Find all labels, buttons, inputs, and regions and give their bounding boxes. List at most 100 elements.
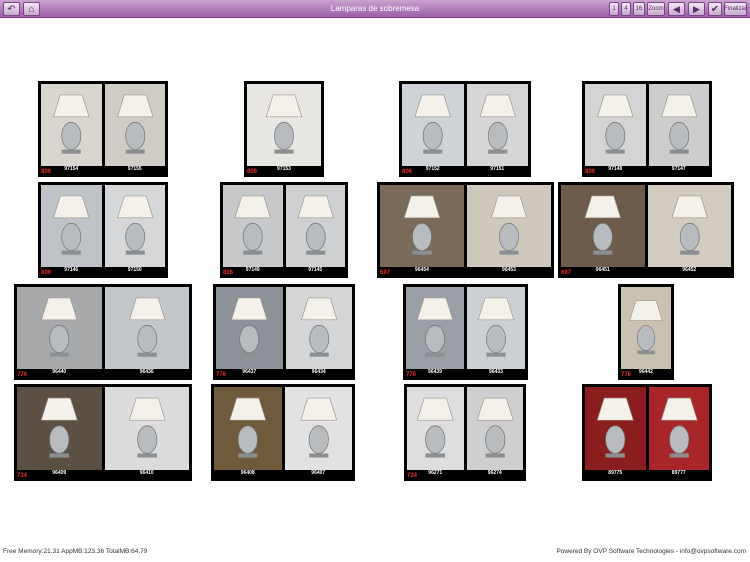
zoom-label: Zoom xyxy=(648,6,664,12)
product-code: 96453 xyxy=(502,267,516,273)
lamp-photo xyxy=(380,185,464,267)
lamp-photo xyxy=(104,387,189,470)
lamp-photo xyxy=(585,387,646,470)
product-thumbnail[interactable]: 97154 97155 806 xyxy=(38,81,168,177)
catalog-page-tag: 776 xyxy=(406,372,417,378)
lamp-photo xyxy=(407,387,464,470)
home-button[interactable]: ⌂ xyxy=(23,2,40,16)
product-code: 89775 xyxy=(608,470,623,476)
home-icon: ⌂ xyxy=(28,3,35,15)
product-code: 97153 xyxy=(277,166,291,172)
memory-status: Free Memory:21.31 AppMB:123.36 TotalMB:6… xyxy=(3,548,148,555)
done-check-button[interactable]: ✔ xyxy=(708,2,722,16)
prev-arrow-icon: ◀ xyxy=(673,3,680,14)
finish-label: Finalizar xyxy=(724,6,747,12)
checkmark-icon: ✔ xyxy=(710,3,720,15)
page-4-label: 4 xyxy=(624,6,628,12)
catalog-page-tag: 806 xyxy=(585,169,596,175)
lamp-photo xyxy=(402,84,464,166)
product-thumbnail[interactable]: 96409 96410 734 xyxy=(14,384,192,481)
lamp-photo xyxy=(17,387,102,470)
lamp-photo xyxy=(648,387,709,470)
product-thumbnail[interactable]: 96454 96453 697 xyxy=(377,182,554,278)
product-code: 96409 xyxy=(52,470,67,476)
product-code: 96274 xyxy=(487,470,502,476)
product-code: 96433 xyxy=(489,369,503,375)
lamp-photo xyxy=(284,387,352,470)
product-thumbnail[interactable]: 96408 96407 xyxy=(211,384,355,481)
back-button[interactable]: ↶ xyxy=(3,2,20,16)
lamp-photo xyxy=(247,84,321,166)
lamp-photo xyxy=(216,287,283,369)
page-16-button[interactable]: 16 xyxy=(633,2,645,16)
page-4-button[interactable]: 4 xyxy=(621,2,631,16)
lamp-photo xyxy=(41,185,102,267)
zoom-button[interactable]: Zoom xyxy=(647,2,665,16)
finish-button[interactable]: Finalizar xyxy=(724,2,747,16)
catalog-page-tag: 806 xyxy=(41,270,52,276)
lamp-photo xyxy=(648,84,709,166)
product-thumbnail[interactable]: 96439 96433 776 xyxy=(403,284,528,380)
lamp-photo xyxy=(223,185,283,267)
lamp-photo xyxy=(17,287,102,369)
lamp-photo xyxy=(104,185,165,267)
catalog-page-tag: 776 xyxy=(17,372,28,378)
product-code: 97147 xyxy=(671,166,686,172)
next-page-button[interactable]: ▶ xyxy=(688,2,705,16)
catalog-page-tag: 776 xyxy=(216,372,227,378)
product-thumbnail[interactable]: 96440 96436 776 xyxy=(14,284,192,380)
product-thumbnail[interactable]: 97153 806 xyxy=(244,81,324,177)
page-16-label: 16 xyxy=(635,6,643,12)
lamp-photo xyxy=(466,387,523,470)
catalog-page-tag: 806 xyxy=(41,169,52,175)
lamp-photo xyxy=(285,185,345,267)
product-code: 97151 xyxy=(490,166,505,172)
lamp-photo xyxy=(104,287,189,369)
catalog-page-tag: 776 xyxy=(621,372,632,378)
product-thumbnail[interactable]: 96437 96434 776 xyxy=(213,284,355,380)
catalog-page-tag: 697 xyxy=(561,270,572,276)
product-code: 96440 xyxy=(52,369,67,375)
lamp-photo xyxy=(466,84,528,166)
page-1-label: 1 xyxy=(612,6,616,12)
product-thumbnail[interactable]: 89775 89777 xyxy=(582,384,712,481)
lamp-photo xyxy=(467,185,551,267)
product-thumbnail[interactable]: 96271 96274 734 xyxy=(404,384,526,481)
powered-by-text: Powered By OVP Software Technologies - i… xyxy=(556,548,746,555)
product-code: 89777 xyxy=(671,470,686,476)
product-code: 96410 xyxy=(139,470,154,476)
lamp-photo xyxy=(285,287,352,369)
page-1-button[interactable]: 1 xyxy=(609,2,619,16)
product-thumbnail[interactable]: 97146 97150 806 xyxy=(38,182,168,278)
catalog-page-tag: 806 xyxy=(402,169,413,175)
product-code: 97145 xyxy=(308,267,323,273)
product-thumbnail[interactable]: 97148 97147 806 xyxy=(582,81,712,177)
product-code: 96452 xyxy=(682,267,697,273)
lamp-photo xyxy=(41,84,102,166)
lamp-photo xyxy=(214,387,282,470)
catalog-page-tag: 806 xyxy=(247,169,258,175)
catalog-page-tag: 734 xyxy=(407,473,418,479)
product-code: 97155 xyxy=(127,166,142,172)
catalog-page-tag: 697 xyxy=(380,270,391,276)
top-toolbar: ↶ ⌂ 1 4 16 Zoom ◀ ▶ ✔ Finalizar Lamparas… xyxy=(0,0,750,18)
lamp-photo xyxy=(104,84,165,166)
product-code: 96434 xyxy=(311,369,326,375)
product-code: 97150 xyxy=(127,267,142,273)
product-code: 96451 xyxy=(595,267,610,273)
product-code: 96454 xyxy=(415,267,429,273)
back-icon: ↶ xyxy=(7,3,16,15)
lamp-photo xyxy=(621,287,671,369)
next-arrow-icon: ▶ xyxy=(693,3,700,14)
lamp-photo xyxy=(585,84,646,166)
product-code: 96408 xyxy=(240,470,255,476)
product-thumbnail[interactable]: 96442 776 xyxy=(618,284,674,380)
product-thumbnail[interactable]: 97152 97151 806 xyxy=(399,81,531,177)
product-thumbnail[interactable]: 97149 97145 806 xyxy=(220,182,348,278)
prev-page-button[interactable]: ◀ xyxy=(668,2,685,16)
product-code: 96436 xyxy=(139,369,154,375)
catalog-page-tag: 734 xyxy=(17,473,28,479)
product-thumbnail[interactable]: 96451 96452 697 xyxy=(558,182,734,278)
catalog-page-tag: 806 xyxy=(223,270,234,276)
lamp-photo xyxy=(647,185,731,267)
